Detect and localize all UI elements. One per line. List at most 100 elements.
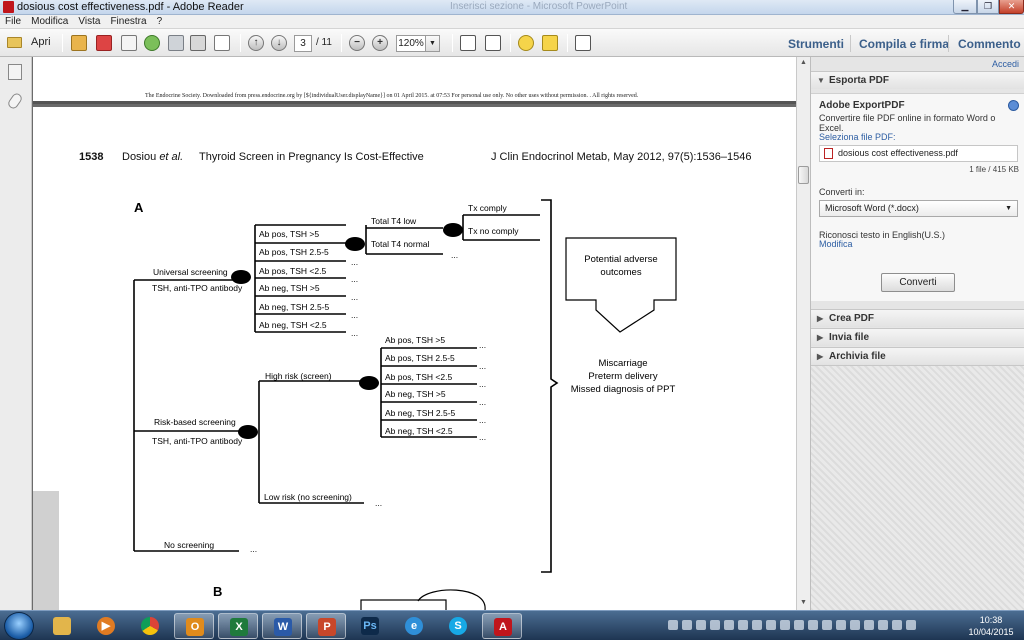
selected-file[interactable]: dosious cost effectiveness.pdf: [819, 145, 1018, 162]
tab-strumenti[interactable]: Strumenti: [788, 37, 844, 51]
tray-icon[interactable]: [724, 620, 734, 630]
skype-icon: S: [449, 617, 467, 635]
page-number-input[interactable]: 3: [294, 35, 312, 52]
menu-help[interactable]: ?: [152, 15, 168, 29]
tray-icon[interactable]: [794, 620, 804, 630]
tray-icon[interactable]: [822, 620, 832, 630]
next-page-icon[interactable]: ↓: [271, 35, 287, 51]
clock[interactable]: 10:38 10/04/2015: [962, 614, 1020, 638]
menu-file[interactable]: File: [0, 15, 26, 29]
taskbar-chrome[interactable]: [130, 613, 170, 639]
document-view[interactable]: The Endocrine Society. Downloaded from p…: [33, 57, 796, 610]
selected-file-name: dosious cost effectiveness.pdf: [838, 148, 958, 158]
email-icon[interactable]: [214, 35, 230, 51]
open-button[interactable]: Apri: [4, 33, 56, 53]
tray-icon[interactable]: [850, 620, 860, 630]
tray-icon[interactable]: [710, 620, 720, 630]
vertical-scrollbar[interactable]: ▲ ▼: [796, 57, 810, 610]
tray-icon[interactable]: [738, 620, 748, 630]
info-icon[interactable]: [1008, 100, 1019, 111]
high-risk-branch: Ab pos, TSH 2.5-5: [385, 353, 455, 363]
taskbar-photoshop[interactable]: Ps: [350, 613, 390, 639]
minimize-button[interactable]: ▁: [953, 0, 977, 14]
tray-icon[interactable]: [836, 620, 846, 630]
menu-finestra[interactable]: Finestra: [105, 15, 151, 29]
tray-icon[interactable]: [696, 620, 706, 630]
send-files-header[interactable]: ▶ Invia file: [811, 328, 1024, 346]
combine-files-icon[interactable]: [96, 35, 112, 51]
ellipsis: ...: [479, 379, 486, 389]
upload-cloud-icon[interactable]: [144, 35, 160, 51]
create-pdf-header[interactable]: ▶ Crea PDF: [811, 309, 1024, 327]
sticky-note-icon[interactable]: [518, 35, 534, 51]
taskbar-internet-explorer[interactable]: e: [394, 613, 434, 639]
zoom-in-icon[interactable]: +: [372, 35, 388, 51]
scroll-thumb[interactable]: [798, 166, 809, 184]
zoom-input[interactable]: 120%: [396, 35, 426, 52]
export-pdf-header[interactable]: ▼ Esporta PDF: [811, 71, 1024, 89]
scroll-down-icon[interactable]: ▼: [799, 599, 808, 608]
highlight-icon[interactable]: [542, 35, 558, 51]
menu-modifica[interactable]: Modifica: [26, 15, 73, 29]
scroll-up-icon[interactable]: ▲: [799, 59, 808, 68]
outcome-item: Missed diagnosis of PPT: [571, 384, 676, 395]
close-button[interactable]: ✕: [999, 0, 1024, 14]
print-icon[interactable]: [190, 35, 206, 51]
full-screen-icon[interactable]: [575, 35, 591, 51]
previous-page-icon[interactable]: ↑: [248, 35, 264, 51]
create-pdf-title: Crea PDF: [829, 313, 875, 324]
page-thumbnails-icon[interactable]: [8, 64, 22, 80]
create-pdf-icon[interactable]: [71, 35, 87, 51]
tray-icon[interactable]: [682, 620, 692, 630]
edit-pdf-icon[interactable]: [121, 35, 137, 51]
toolbar-divider: [452, 34, 453, 52]
ellipsis: ...: [451, 250, 458, 260]
tray-icon[interactable]: [780, 620, 790, 630]
high-risk-branch: Ab pos, TSH >5: [385, 335, 445, 345]
taskbar-powerpoint[interactable]: P: [306, 613, 346, 639]
export-description: Convertire file PDF online in formato Wo…: [819, 113, 996, 133]
start-button[interactable]: [4, 612, 34, 640]
store-files-header[interactable]: ▶ Archivia file: [811, 347, 1024, 365]
sign-in-link[interactable]: Accedi: [992, 59, 1019, 69]
tray-icon[interactable]: [808, 620, 818, 630]
clock-time: 10:38: [979, 615, 1003, 625]
menu-vista[interactable]: Vista: [73, 15, 105, 29]
taskbar-excel[interactable]: X: [218, 613, 258, 639]
taskbar-word[interactable]: W: [262, 613, 302, 639]
fit-page-icon[interactable]: [460, 35, 476, 51]
zoom-dropdown-icon[interactable]: ▼: [426, 35, 440, 52]
restore-button[interactable]: ❐: [977, 0, 999, 14]
tray-icon[interactable]: [906, 620, 916, 630]
tab-compila-e-firma[interactable]: Compila e firma: [859, 37, 949, 51]
convert-format-select[interactable]: Microsoft Word (*.docx) ▼: [819, 200, 1018, 217]
system-tray[interactable]: [668, 620, 948, 632]
tab-commento[interactable]: Commento: [958, 37, 1021, 51]
tray-icon[interactable]: [668, 620, 678, 630]
taskbar-adobe-reader[interactable]: A: [482, 613, 522, 639]
adobe-reader-icon: [3, 1, 14, 13]
collapsed-icon: ▶: [817, 352, 824, 361]
ocr-modify-link[interactable]: Modifica: [819, 239, 853, 249]
taskbar-media-player[interactable]: ▶: [86, 613, 126, 639]
chevron-down-icon: ▼: [1005, 205, 1012, 212]
universal-branch: Ab neg, TSH 2.5-5: [259, 302, 330, 312]
total-t4-low-label: Total T4 low: [371, 216, 417, 226]
risk-based-screening-label: Risk-based screening: [154, 417, 236, 427]
zoom-out-icon[interactable]: −: [349, 35, 365, 51]
high-risk-branch: Ab neg, TSH >5: [385, 389, 446, 399]
tray-icon[interactable]: [864, 620, 874, 630]
tray-icon[interactable]: [752, 620, 762, 630]
universal-branch: Ab pos, TSH <2.5: [259, 266, 326, 276]
tray-icon[interactable]: [892, 620, 902, 630]
attachments-icon[interactable]: [6, 91, 24, 111]
taskbar-outlook[interactable]: O: [174, 613, 214, 639]
fit-width-icon[interactable]: [485, 35, 501, 51]
tray-icon[interactable]: [878, 620, 888, 630]
taskbar-skype[interactable]: S: [438, 613, 478, 639]
save-icon[interactable]: [168, 35, 184, 51]
taskbar-explorer[interactable]: [42, 613, 82, 639]
convert-button[interactable]: Converti: [881, 273, 955, 292]
tray-icon[interactable]: [766, 620, 776, 630]
download-notice: The Endocrine Society. Downloaded from p…: [145, 93, 639, 99]
